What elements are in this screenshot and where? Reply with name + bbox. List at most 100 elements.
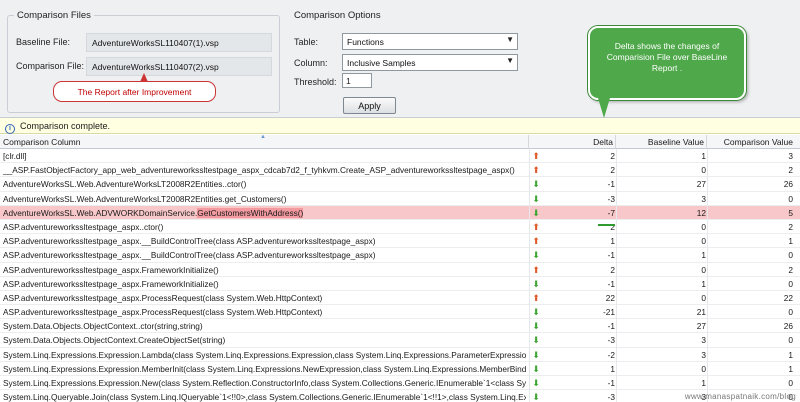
- comparison-value: 3: [788, 151, 793, 161]
- comparison-value: 26: [783, 179, 793, 190]
- comparison-value: 0: [788, 278, 793, 289]
- comparison-file-field[interactable]: AdventureWorksSL110407(2).vsp: [86, 57, 272, 76]
- table-row[interactable]: AdventureWorksSL.Web.ADVWORKDomainServic…: [0, 205, 800, 220]
- watermark: www.manaspatnaik.com/blog: [684, 392, 796, 401]
- threshold-label: Threshold:: [294, 77, 337, 87]
- table-row[interactable]: __ASP.FastObjectFactory_app_web_adventur…: [0, 163, 800, 178]
- delta-value: -1: [607, 250, 615, 261]
- table-row[interactable]: System.Linq.Queryable.Join(class System.…: [0, 390, 800, 402]
- delta-value: 2: [610, 165, 615, 176]
- baseline-value: 0: [701, 221, 706, 232]
- info-icon: i: [5, 124, 15, 134]
- delta-value: -3: [607, 193, 615, 204]
- info-bar: i Comparison complete.: [0, 118, 800, 134]
- comparison-value: 2: [788, 264, 793, 275]
- baseline-file-field[interactable]: AdventureWorksSL110407(1).vsp: [86, 33, 272, 52]
- function-name: AdventureWorksSL.Web.AdventureWorksLT200…: [3, 179, 247, 190]
- baseline-value: 1: [701, 378, 706, 388]
- arrow-down-icon: ⬇: [532, 335, 540, 346]
- arrow-down-icon: ⬇: [532, 321, 540, 332]
- table-row[interactable]: ASP.adventureworkssltestpage_aspx.__Buil…: [0, 248, 800, 263]
- comparison-options-group: Comparison Options Table: Functions ▼ Co…: [286, 10, 526, 113]
- function-name: ASP.adventureworkssltestpage_aspx.Framew…: [3, 264, 219, 275]
- baseline-value: 3: [701, 349, 706, 360]
- comparison-files-title: Comparison Files: [14, 10, 94, 21]
- table-row[interactable]: AdventureWorksSL.Web.AdventureWorksLT200…: [0, 192, 800, 206]
- baseline-value: 0: [701, 292, 706, 303]
- comparison-value: 0: [788, 378, 793, 388]
- column-select[interactable]: Inclusive Samples ▼: [342, 54, 518, 71]
- callout-pointer: [598, 98, 610, 118]
- annotation-report-after-improvement: The Report after Improvement: [53, 81, 216, 102]
- comparison-value: 0: [788, 250, 793, 261]
- baseline-value: 1: [701, 278, 706, 289]
- comparison-options-title: Comparison Options: [291, 10, 384, 21]
- delta-value: -1: [607, 378, 615, 388]
- comparison-value: 2: [788, 221, 793, 232]
- header-comparison-column[interactable]: Comparison Column: [0, 135, 529, 149]
- table-row[interactable]: ASP.adventureworkssltestpage_aspx.__Buil…: [0, 234, 800, 249]
- comparison-value: 0: [788, 335, 793, 346]
- header-comparison-value[interactable]: Comparison Value: [707, 135, 800, 149]
- grid-header: ▲ Comparison Column Delta Baseline Value…: [0, 135, 800, 149]
- chevron-down-icon: ▼: [506, 56, 514, 65]
- column-divider: [707, 149, 708, 402]
- arrow-up-icon: ⬆: [532, 151, 540, 161]
- top-panel: Comparison Files Baseline File: Adventur…: [0, 0, 800, 118]
- delta-value: 2: [610, 264, 615, 275]
- table-row[interactable]: AdventureWorksSL.Web.AdventureWorksLT200…: [0, 177, 800, 192]
- delta-value: 1: [610, 363, 615, 374]
- arrow-up-icon: ⬆: [532, 221, 540, 232]
- function-name: ASP.adventureworkssltestpage_aspx.Framew…: [3, 278, 219, 289]
- delta-value: -1: [607, 278, 615, 289]
- table-row[interactable]: ASP.adventureworkssltestpage_aspx..ctor(…: [0, 220, 800, 235]
- arrow-down-icon: ⬇: [532, 207, 540, 218]
- arrow-up-icon: ⬆: [532, 165, 540, 176]
- arrow-down-icon: ⬇: [532, 307, 540, 318]
- table-row[interactable]: System.Linq.Expressions.Expression.New(c…: [0, 376, 800, 391]
- baseline-value: 0: [701, 264, 706, 275]
- function-name: AdventureWorksSL.Web.ADVWORKDomainServic…: [3, 206, 526, 220]
- delta-value: -1: [607, 321, 615, 332]
- baseline-value: 27: [696, 179, 706, 190]
- comparison-value: 1: [788, 363, 793, 374]
- table-row[interactable]: [clr.dll] ⬆ 2 1 3: [0, 149, 800, 164]
- table-row[interactable]: ASP.adventureworkssltestpage_aspx.Framew…: [0, 263, 800, 277]
- delta-value: 1: [610, 236, 615, 247]
- arrow-down-icon: ⬇: [532, 363, 540, 374]
- delta-value: 2: [610, 151, 615, 161]
- table-row[interactable]: ASP.adventureworkssltestpage_aspx.Proces…: [0, 291, 800, 306]
- function-name: System.Data.Objects.ObjectContext..ctor(…: [3, 321, 203, 332]
- table-row[interactable]: System.Linq.Expressions.Expression.Lambd…: [0, 348, 800, 362]
- comparison-value: 0: [788, 193, 793, 204]
- table-row[interactable]: System.Linq.Expressions.Expression.Membe…: [0, 362, 800, 376]
- table-row[interactable]: ASP.adventureworkssltestpage_aspx.Framew…: [0, 277, 800, 291]
- comparison-value: 26: [783, 321, 793, 332]
- header-baseline-value[interactable]: Baseline Value: [616, 135, 707, 149]
- baseline-value: 0: [701, 363, 706, 374]
- column-divider: [529, 149, 530, 402]
- comparison-grid: ▲ Comparison Column Delta Baseline Value…: [0, 135, 800, 402]
- delta-value: 2: [610, 221, 615, 232]
- comparison-value: 2: [788, 165, 793, 176]
- function-name: System.Data.Objects.ObjectContext.Create…: [3, 335, 226, 346]
- table-select[interactable]: Functions ▼: [342, 33, 518, 50]
- comparison-file-label: Comparison File:: [16, 61, 85, 71]
- baseline-value: 21: [696, 307, 706, 318]
- function-name: ASP.adventureworkssltestpage_aspx.__Buil…: [3, 250, 376, 261]
- table-row[interactable]: ASP.adventureworkssltestpage_aspx.Proces…: [0, 305, 800, 320]
- threshold-input[interactable]: 1: [342, 73, 372, 88]
- arrow-down-icon: ⬇: [532, 193, 540, 204]
- table-row[interactable]: System.Data.Objects.ObjectContext..ctor(…: [0, 319, 800, 334]
- arrow-up-icon: ⬆: [532, 236, 540, 247]
- baseline-file-label: Baseline File:: [16, 37, 71, 47]
- column-select-value: Inclusive Samples: [347, 58, 416, 68]
- arrow-down-icon: ⬇: [532, 250, 540, 261]
- comparison-value: 1: [788, 349, 793, 360]
- apply-button[interactable]: Apply: [343, 97, 396, 114]
- baseline-value: 3: [701, 193, 706, 204]
- table-row[interactable]: System.Data.Objects.ObjectContext.Create…: [0, 333, 800, 348]
- function-name: ASP.adventureworkssltestpage_aspx..ctor(…: [3, 221, 164, 232]
- header-delta[interactable]: Delta: [529, 135, 616, 149]
- baseline-value: 27: [696, 321, 706, 332]
